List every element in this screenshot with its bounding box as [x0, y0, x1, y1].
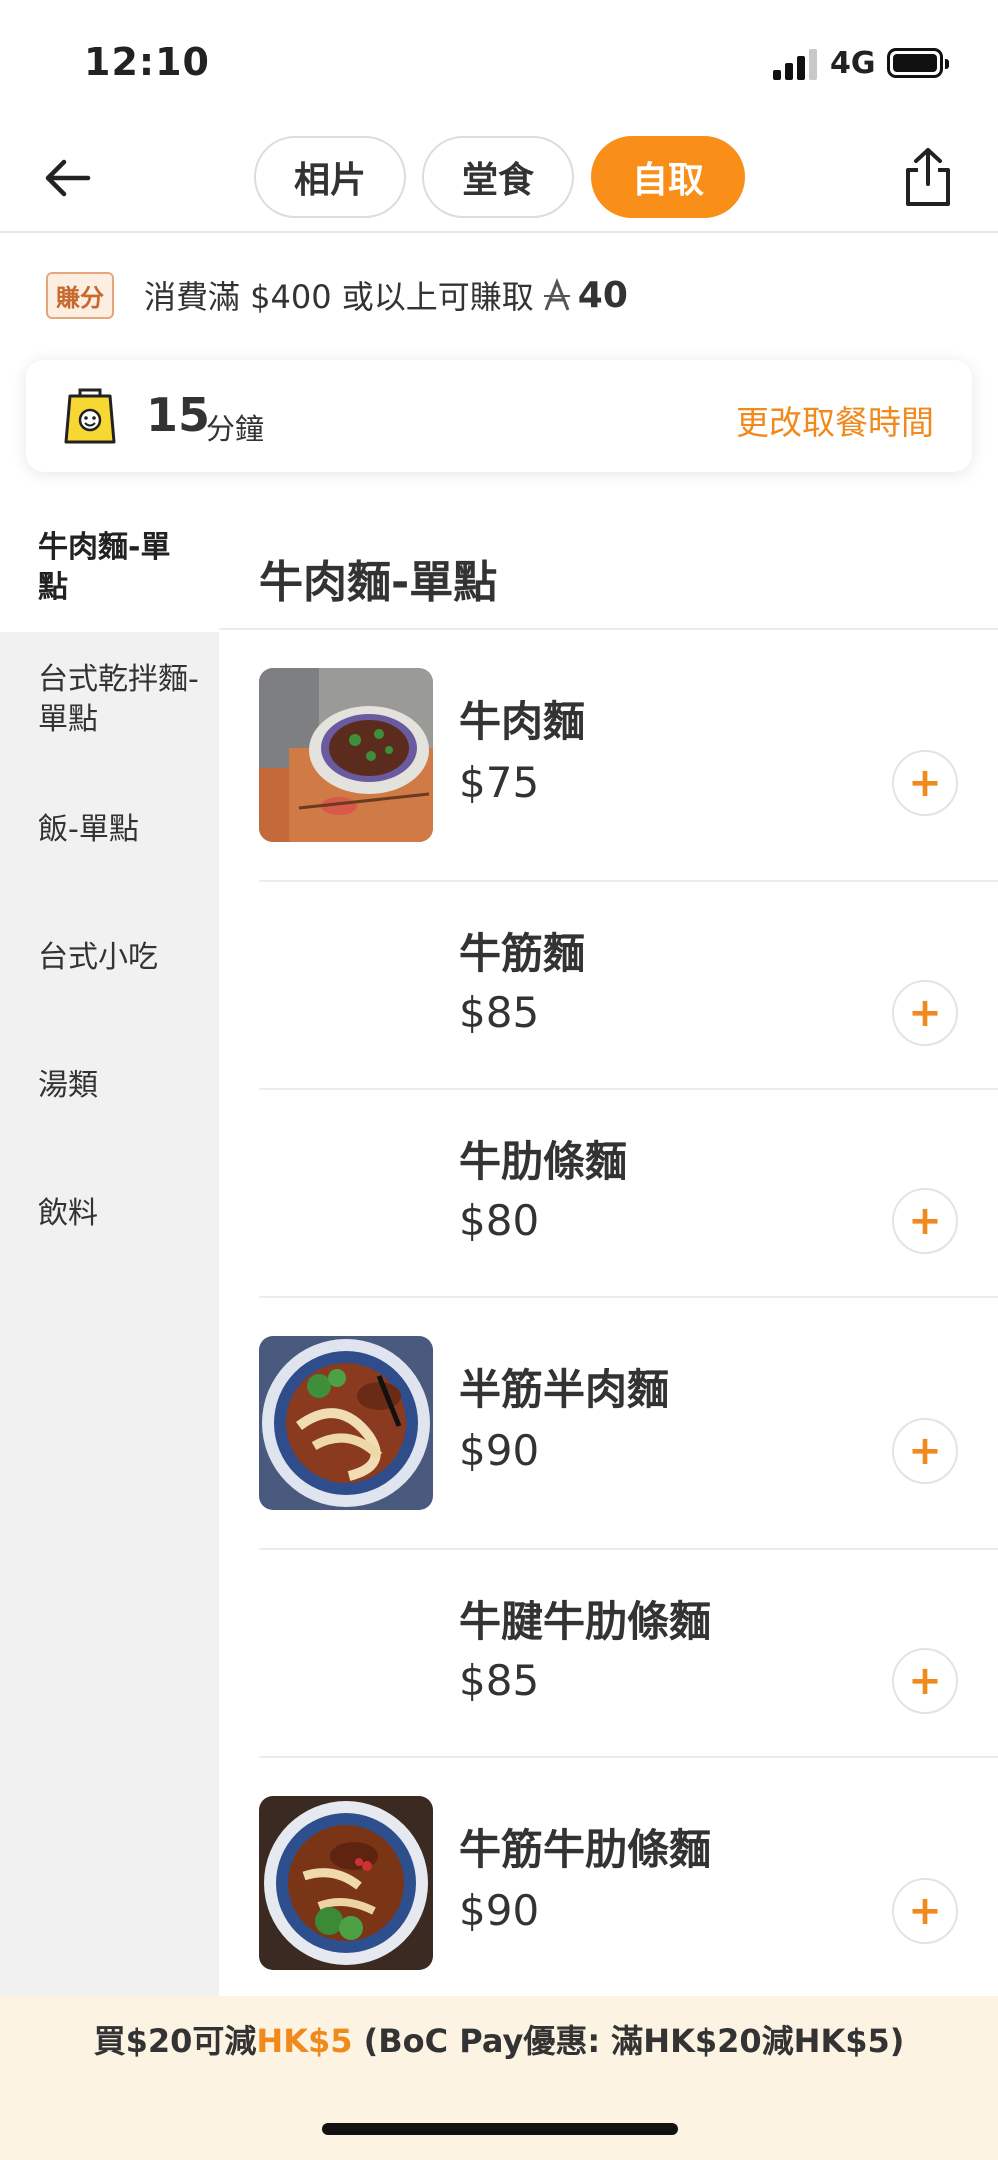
- menu-item-price: $80: [459, 1196, 540, 1245]
- menu-item-photo: [259, 668, 433, 842]
- menu-item-row[interactable]: 牛腱牛肋條麵 $85 +: [259, 1550, 998, 1758]
- sidebar-item-rice[interactable]: 飯-單點: [0, 810, 219, 850]
- pickup-minutes-unit: 分鐘: [206, 412, 265, 446]
- menu-item-name: 牛肋條麵: [459, 1137, 628, 1186]
- pickup-time-card: 15 分鐘 更改取餐時間: [26, 360, 972, 472]
- menu-list: 牛肉麵-單點 牛肉麵 $75 + 牛筋麵 $85 + 牛肋條麵 $80 + 半筋…: [219, 506, 998, 1996]
- menu-item-photo: [259, 1796, 433, 1970]
- section-title: 牛肉麵-單點: [259, 557, 498, 608]
- menu-item-row[interactable]: 牛肋條麵 $80 +: [259, 1090, 998, 1298]
- promo-highlight: HK$5: [256, 2022, 353, 2060]
- top-nav: 相片 堂食 自取: [0, 120, 998, 233]
- menu-item-row[interactable]: 牛肉麵 $75 +: [259, 630, 998, 882]
- menu-item-name: 牛腱牛肋條麵: [459, 1597, 712, 1646]
- home-indicator[interactable]: [322, 2123, 678, 2135]
- promo-suffix: (BoC Pay優惠: 滿HK$20減HK$5): [352, 2022, 905, 2060]
- share-icon[interactable]: [898, 144, 958, 210]
- add-item-button[interactable]: +: [892, 1878, 958, 1944]
- points-text: 消費滿 $400 或以上可賺取: [144, 278, 534, 316]
- menu-item-row[interactable]: 牛筋牛肋條麵 $90 +: [259, 1758, 998, 1996]
- battery-icon: [887, 48, 949, 78]
- promo-text: 買$20可減HK$5 (BoC Pay優惠: 滿HK$20減HK$5): [0, 2016, 998, 2062]
- signal-icon: [773, 48, 817, 80]
- promo-prefix: 買$20可減: [93, 2022, 257, 2060]
- menu-item-price: $85: [459, 1656, 540, 1705]
- points-value: 40: [577, 274, 628, 316]
- tab-photos[interactable]: 相片: [254, 136, 406, 218]
- add-item-button[interactable]: +: [892, 1648, 958, 1714]
- status-bar: 12:10 4G: [0, 0, 998, 120]
- points-a-icon: [543, 278, 570, 311]
- menu-item-name: 半筋半肉麵: [459, 1365, 670, 1414]
- menu-item-price: $75: [459, 758, 540, 807]
- earn-points-badge: 賺分: [46, 271, 114, 319]
- menu-item-name: 牛肉麵: [459, 697, 586, 746]
- add-item-button[interactable]: +: [892, 1188, 958, 1254]
- menu-item-photo: [259, 1336, 433, 1510]
- menu-item-price: $90: [459, 1886, 540, 1935]
- sidebar-item-beef-noodle[interactable]: 牛肉麵-單點: [0, 506, 219, 632]
- add-item-button[interactable]: +: [892, 1418, 958, 1484]
- sidebar-item-soups[interactable]: 湯類: [0, 1066, 219, 1106]
- promo-banner[interactable]: 買$20可減HK$5 (BoC Pay優惠: 滿HK$20減HK$5): [0, 1996, 998, 2160]
- menu-item-row[interactable]: 半筋半肉麵 $90 +: [259, 1298, 998, 1550]
- menu-item-name: 牛筋麵: [459, 929, 586, 978]
- category-sidebar: 牛肉麵-單點 台式乾拌麵-單點 飯-單點 台式小吃 湯類 飲料: [0, 506, 219, 1996]
- status-time: 12:10: [84, 40, 210, 84]
- menu-item-price: $85: [459, 988, 540, 1037]
- pickup-bag-icon: [64, 388, 116, 444]
- add-item-button[interactable]: +: [892, 980, 958, 1046]
- pickup-minutes: 15: [146, 388, 211, 442]
- menu-item-row[interactable]: 牛筋麵 $85 +: [259, 882, 998, 1090]
- back-arrow-icon[interactable]: [40, 150, 96, 206]
- menu-item-name: 牛筋牛肋條麵: [459, 1825, 712, 1874]
- sidebar-item-snacks[interactable]: 台式小吃: [0, 938, 219, 978]
- tab-pickup[interactable]: 自取: [591, 136, 745, 218]
- sidebar-item-dry-noodle[interactable]: 台式乾拌麵-單點: [0, 660, 219, 740]
- menu-item-price: $90: [459, 1426, 540, 1475]
- change-pickup-time-link[interactable]: 更改取餐時間: [736, 396, 934, 444]
- sidebar-item-drinks[interactable]: 飲料: [0, 1194, 219, 1234]
- points-info: 賺分 消費滿 $400 或以上可賺取 40: [46, 268, 628, 322]
- add-item-button[interactable]: +: [892, 750, 958, 816]
- network-type: 4G: [830, 46, 876, 81]
- tab-dine-in[interactable]: 堂食: [422, 136, 574, 218]
